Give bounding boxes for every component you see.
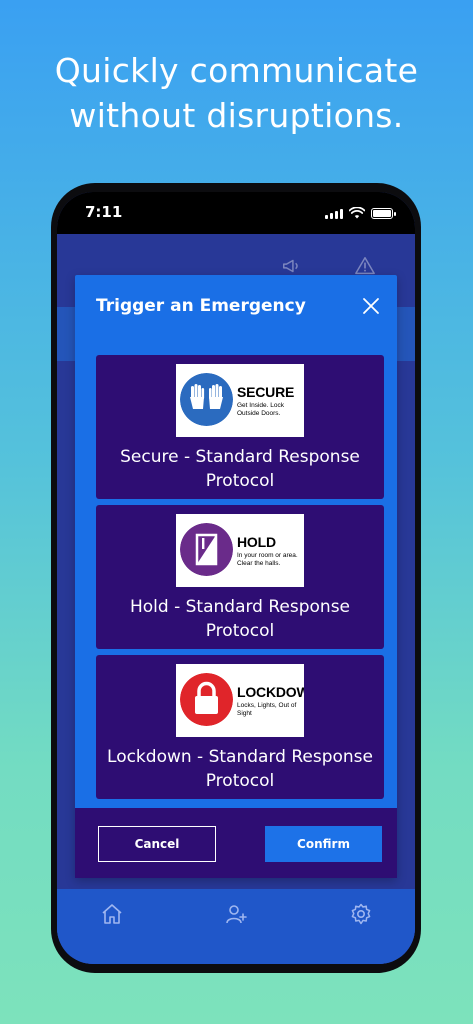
option-hold[interactable]: HOLD In your room or area. Clear the hal… (96, 505, 384, 649)
option-label: Lockdown - Standard Response Protocol (107, 747, 373, 791)
status-bar: 7:11 (57, 192, 415, 234)
signal-icon (325, 208, 343, 219)
modal-footer: Cancel Confirm (75, 808, 397, 878)
close-icon[interactable] (361, 296, 381, 316)
hands-up-icon (180, 373, 233, 426)
secure-sign: SECURE Get Inside. Lock Outside Doors. (176, 364, 304, 437)
headline: Quickly communicate without disruptions. (0, 48, 473, 138)
door-icon (180, 523, 233, 576)
wifi-icon (349, 207, 365, 219)
option-label: Secure - Standard Response Protocol (120, 447, 360, 491)
sign-title: SECURE (237, 384, 295, 400)
sign-subtitle: Get Inside. Lock Outside Doors. (237, 402, 284, 417)
sign-subtitle: Locks, Lights, Out of Sight (237, 702, 297, 717)
headline-line-1: Quickly communicate (54, 51, 419, 90)
option-secure[interactable]: SECURE Get Inside. Lock Outside Doors. S… (96, 355, 384, 499)
confirm-button[interactable]: Confirm (265, 826, 382, 862)
status-icons (325, 206, 396, 220)
status-time: 7:11 (85, 203, 123, 221)
sign-title: LOCKDOWN (237, 684, 304, 700)
emergency-modal: Trigger an Emergency SECURE Get Inside. … (75, 275, 397, 878)
hold-sign: HOLD In your room or area. Clear the hal… (176, 514, 304, 587)
padlock-icon (180, 673, 233, 726)
sign-title: HOLD (237, 534, 276, 550)
headline-line-2: without disruptions. (69, 96, 404, 135)
settings-icon[interactable] (349, 902, 373, 926)
lockdown-sign: LOCKDOWN Locks, Lights, Out of Sight (176, 664, 304, 737)
modal-title: Trigger an Emergency (96, 296, 306, 316)
home-icon[interactable] (100, 902, 124, 926)
sign-subtitle: In your room or area. Clear the halls. (237, 552, 298, 567)
option-lockdown[interactable]: LOCKDOWN Locks, Lights, Out of Sight Loc… (96, 655, 384, 799)
bottom-nav (57, 889, 415, 964)
battery-icon (371, 207, 396, 219)
option-label: Hold - Standard Response Protocol (129, 597, 351, 641)
cancel-button[interactable]: Cancel (98, 826, 216, 862)
add-user-icon[interactable] (224, 902, 248, 926)
phone-screen: 7:11 Trigger an Emergency SECURE Get Ins… (57, 192, 415, 964)
